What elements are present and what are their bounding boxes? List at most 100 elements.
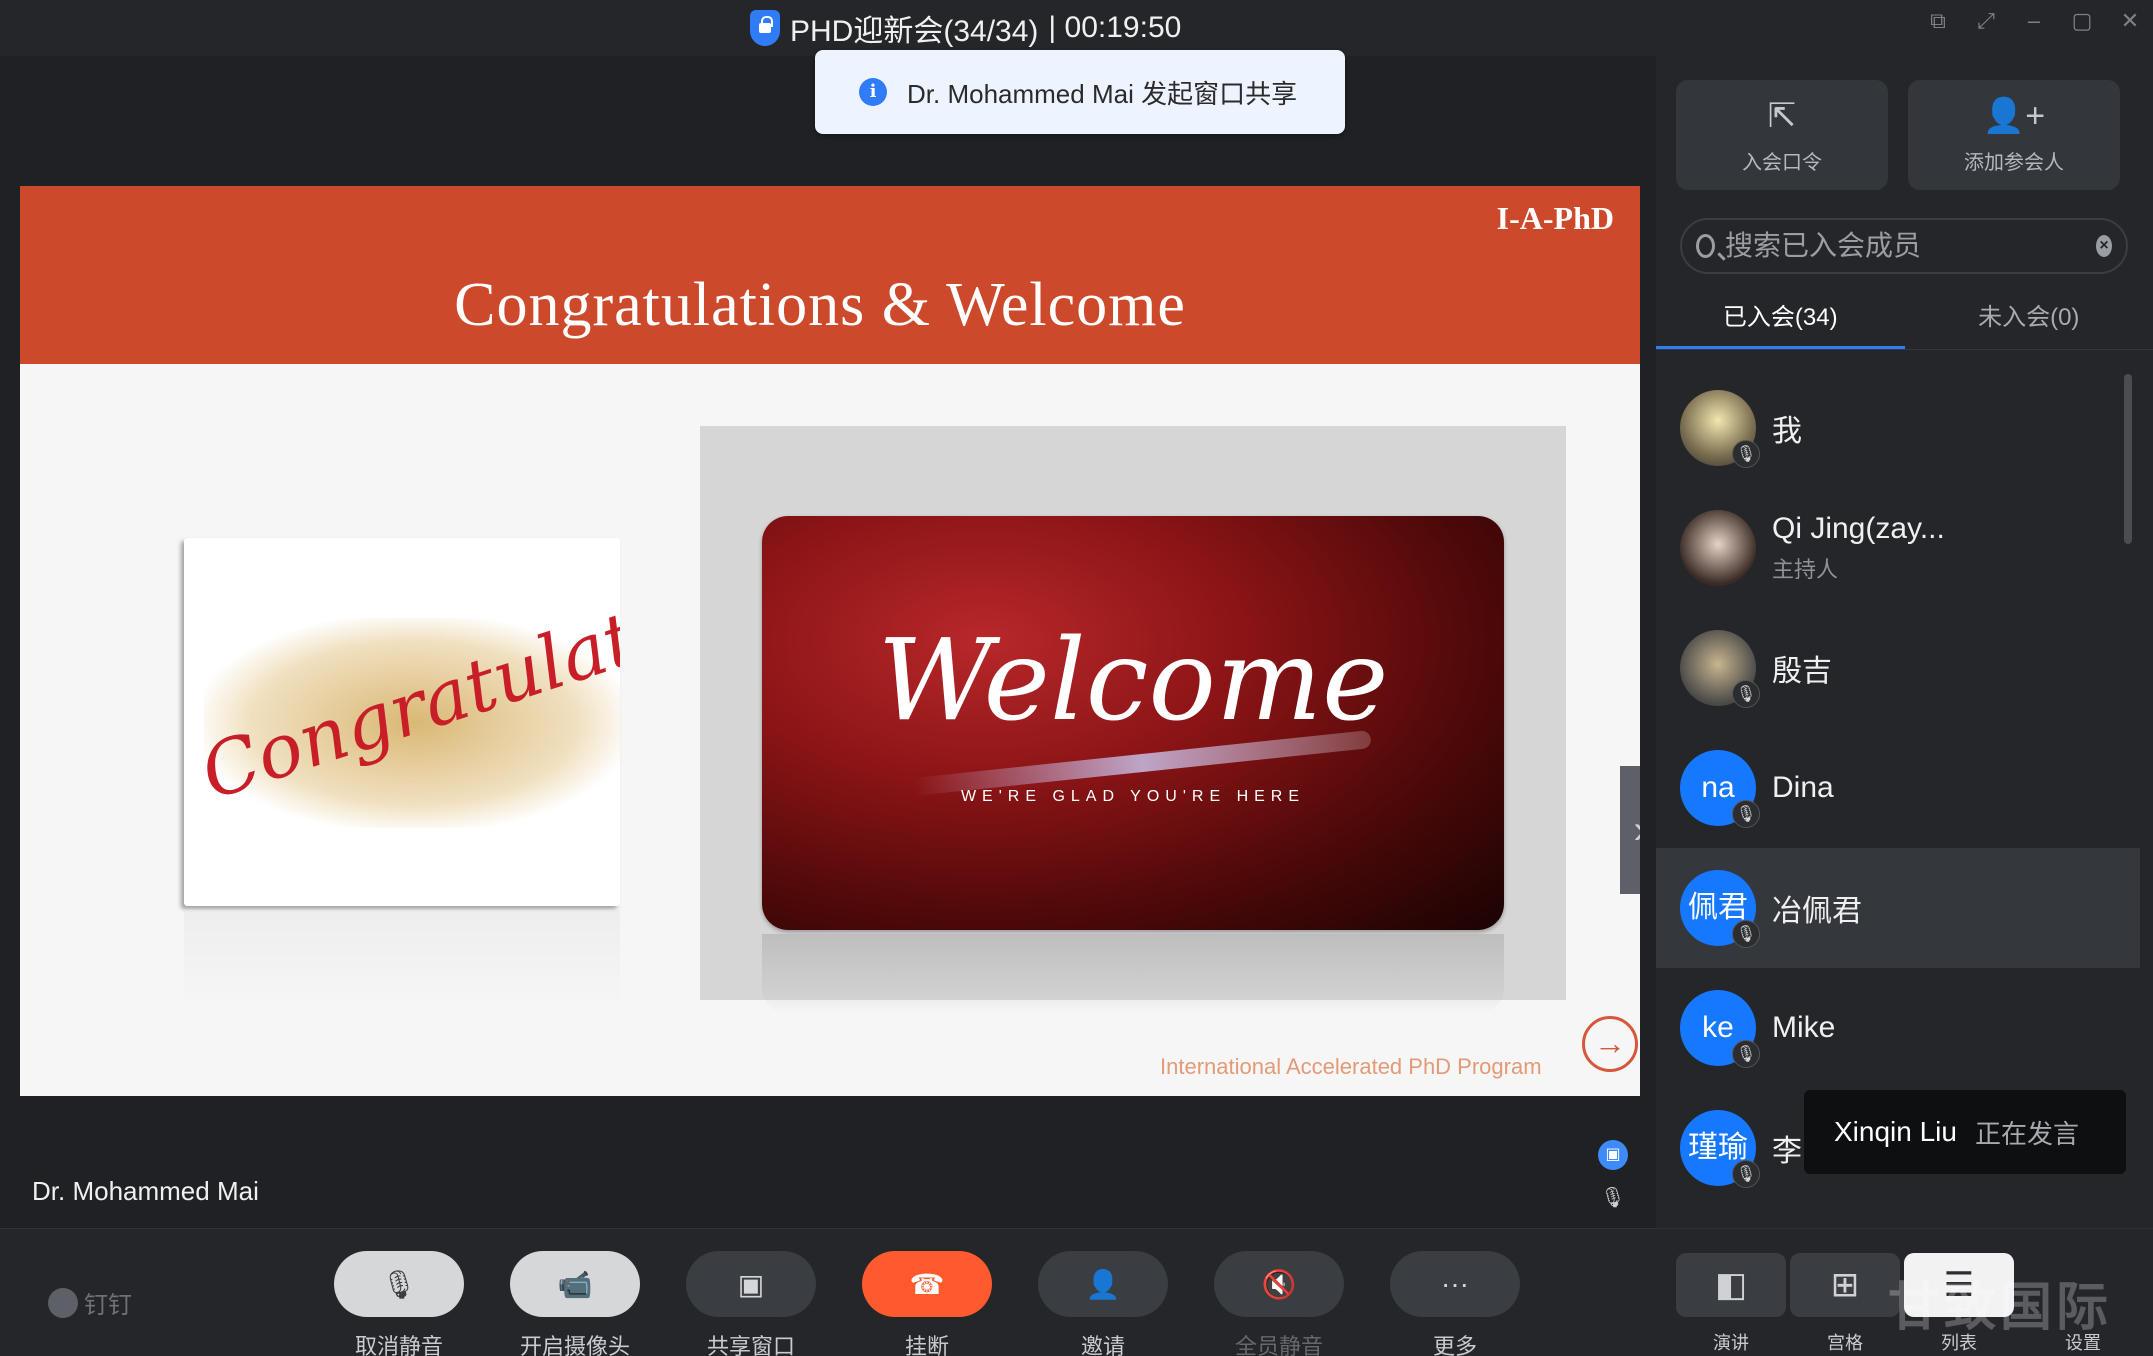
join-code-label: 入会口令	[1742, 152, 1822, 174]
camera-button[interactable]: 📹 开启摄像头	[510, 1251, 640, 1356]
stage-status-icons: ▣ 🎙	[1598, 1140, 1628, 1212]
more-label: 更多	[1432, 1334, 1477, 1356]
minimize-icon[interactable]: –	[2023, 10, 2045, 32]
mic-muted-icon: 🎙	[1732, 800, 1760, 828]
avatar-initials: 瑾瑜	[1688, 1131, 1748, 1164]
dingtalk-logo-icon	[48, 1287, 78, 1318]
watermark: 甘致国际	[1888, 1279, 2113, 1337]
card-reflection	[184, 910, 620, 1010]
avatar: na 🎙	[1680, 750, 1760, 828]
speaking-status: 正在发言	[1974, 1118, 2079, 1149]
member-list-scrollbar[interactable]	[2124, 374, 2132, 544]
hangup-label: 挂断	[904, 1334, 949, 1356]
avatar-initials: 佩君	[1688, 891, 1748, 924]
mic-muted-icon: 🎙	[1600, 1187, 1626, 1209]
info-icon: i	[859, 78, 887, 106]
member-name: 殷吉	[1772, 655, 1832, 688]
slide-footer: International Accelerated PhD Program	[1160, 1054, 1542, 1079]
welcome-card: Welcome WE'RE GLAD YOU'RE HERE	[762, 516, 1504, 930]
member-name: 冶佩君	[1772, 895, 1862, 928]
slide-title: Congratulations & Welcome	[454, 271, 1186, 339]
view-speaker-label: 演讲	[1713, 1333, 1749, 1353]
unmute-label: 取消静音	[354, 1334, 443, 1356]
camera-label: 开启摄像头	[519, 1334, 630, 1356]
shield-lock-icon	[750, 10, 780, 46]
phone-hangup-icon: ☎	[862, 1251, 992, 1317]
window-controls: ⧉ ⤢ – ▢ ✕	[1927, 10, 2141, 32]
add-user-icon: 👤	[1038, 1251, 1168, 1317]
view-speaker-button[interactable]: ◧	[1676, 1253, 1786, 1317]
avatar: ke 🎙	[1680, 990, 1760, 1068]
unmute-button[interactable]: 🎙 取消静音	[334, 1251, 464, 1356]
search-input[interactable]	[1725, 230, 2087, 262]
mic-muted-icon: 🎙	[334, 1251, 464, 1317]
fullscreen-icon[interactable]: ⤢	[1975, 10, 1997, 32]
list-item[interactable]: Qi Jing(zay... 主持人	[1656, 488, 2140, 608]
grid-icon: ⊞	[1830, 1266, 1860, 1304]
more-icon: ···	[1390, 1251, 1520, 1317]
list-item[interactable]: 🎙 我	[1656, 368, 2140, 488]
avatar-initials: ke	[1702, 1011, 1734, 1044]
maximize-icon[interactable]: ▢	[2071, 10, 2093, 32]
add-user-icon: 👤+	[1982, 97, 2046, 135]
view-grid-button[interactable]: ⊞	[1790, 1253, 1900, 1317]
add-member-button[interactable]: 👤+ 添加参会人	[1908, 80, 2120, 190]
chevron-right-icon[interactable]: ›	[1620, 766, 1640, 894]
slide-banner: I-A-PhD Congratulations & Welcome	[20, 186, 1640, 364]
member-list: 🎙 我 Qi Jing(zay... 主持人 🎙 殷吉 na 🎙 Dina 佩君…	[1656, 368, 2140, 1208]
join-code-button[interactable]: ⇱ 入会口令	[1676, 80, 1888, 190]
avatar	[1680, 510, 1756, 586]
mute-all-icon: 🔇	[1214, 1251, 1344, 1317]
speaker-layout-icon: ◧	[1714, 1266, 1748, 1304]
popout-icon[interactable]: ⧉	[1927, 10, 1949, 32]
welcome-subtitle: WE'RE GLAD YOU'RE HERE	[960, 788, 1306, 805]
close-icon[interactable]: ✕	[2119, 10, 2141, 32]
tab-joined[interactable]: 已入会(34)	[1656, 288, 1905, 349]
list-item[interactable]: na 🎙 Dina	[1656, 728, 2140, 848]
share-window-button[interactable]: ▣ 共享窗口	[686, 1251, 816, 1356]
list-item[interactable]: ke 🎙 Mike	[1656, 968, 2140, 1088]
more-button[interactable]: ··· 更多	[1390, 1251, 1520, 1356]
slide-tag: I-A-PhD	[1496, 200, 1614, 236]
participants-panel: ⇱ 入会口令 👤+ 添加参会人 × 已入会(34) 未入会(0) 🎙 我 Qi …	[1656, 56, 2153, 1228]
invite-button[interactable]: 👤 邀请	[1038, 1251, 1168, 1356]
camera-off-icon: 📹	[510, 1251, 640, 1317]
list-item[interactable]: 🎙 殷吉	[1656, 608, 2140, 728]
arrow-right-circle-icon: →	[1582, 1016, 1638, 1072]
speaking-name: Xinqin Liu	[1834, 1116, 1957, 1147]
search-icon	[1696, 234, 1716, 258]
meeting-title: PHD迎新会(34/34) | 00:19:50	[750, 8, 1181, 48]
avatar: 🎙	[1680, 630, 1760, 708]
member-tabs: 已入会(34) 未入会(0)	[1656, 288, 2153, 350]
meeting-toolbar: 钉钉 🎙 取消静音 📹 开启摄像头 ▣ 共享窗口 ☎ 挂断 👤 邀请 🔇 全员静…	[0, 1228, 2153, 1356]
brand-name: 钉钉	[84, 1292, 132, 1319]
mic-muted-icon: 🎙	[1732, 920, 1760, 948]
member-name: 李	[1772, 1135, 1802, 1168]
mute-all-button[interactable]: 🔇 全员静音	[1214, 1251, 1344, 1356]
clear-icon[interactable]: ×	[2096, 235, 2112, 257]
mic-muted-icon: 🎙	[1732, 680, 1760, 708]
brand: 钉钉	[48, 1285, 132, 1320]
member-name: Dina	[1772, 771, 1834, 804]
speaking-indicator: Xinqin Liu 正在发言	[1804, 1090, 2126, 1174]
avatar: 佩君 🎙	[1680, 870, 1760, 948]
share-notification-toast: i Dr. Mohammed Mai 发起窗口共享	[815, 50, 1345, 134]
screen-share-icon: ▣	[686, 1251, 816, 1317]
hangup-button[interactable]: ☎ 挂断	[862, 1251, 992, 1356]
mic-muted-icon: 🎙	[1732, 1040, 1760, 1068]
congratulations-card: Congratulations	[184, 538, 620, 906]
member-name: Mike	[1772, 1011, 1836, 1044]
member-search: ×	[1680, 218, 2128, 274]
screen-share-icon: ▣	[1598, 1140, 1628, 1170]
list-item[interactable]: 佩君 🎙 冶佩君	[1656, 848, 2140, 968]
view-grid-label: 宫格	[1827, 1333, 1863, 1353]
shared-screen: I-A-PhD Congratulations & Welcome Congra…	[20, 186, 1640, 1096]
meeting-timer: | 00:19:50	[1048, 11, 1182, 44]
mic-muted-icon: 🎙	[1732, 1160, 1760, 1188]
member-role: 主持人	[1772, 557, 1839, 582]
tab-not-joined[interactable]: 未入会(0)	[1905, 288, 2153, 349]
member-name: Qi Jing(zay...	[1772, 512, 1945, 545]
add-member-label: 添加参会人	[1964, 152, 2064, 174]
title-bar: PHD迎新会(34/34) | 00:19:50 ⧉ ⤢ – ▢ ✕	[0, 0, 2153, 56]
welcome-script: Welcome	[877, 616, 1389, 746]
